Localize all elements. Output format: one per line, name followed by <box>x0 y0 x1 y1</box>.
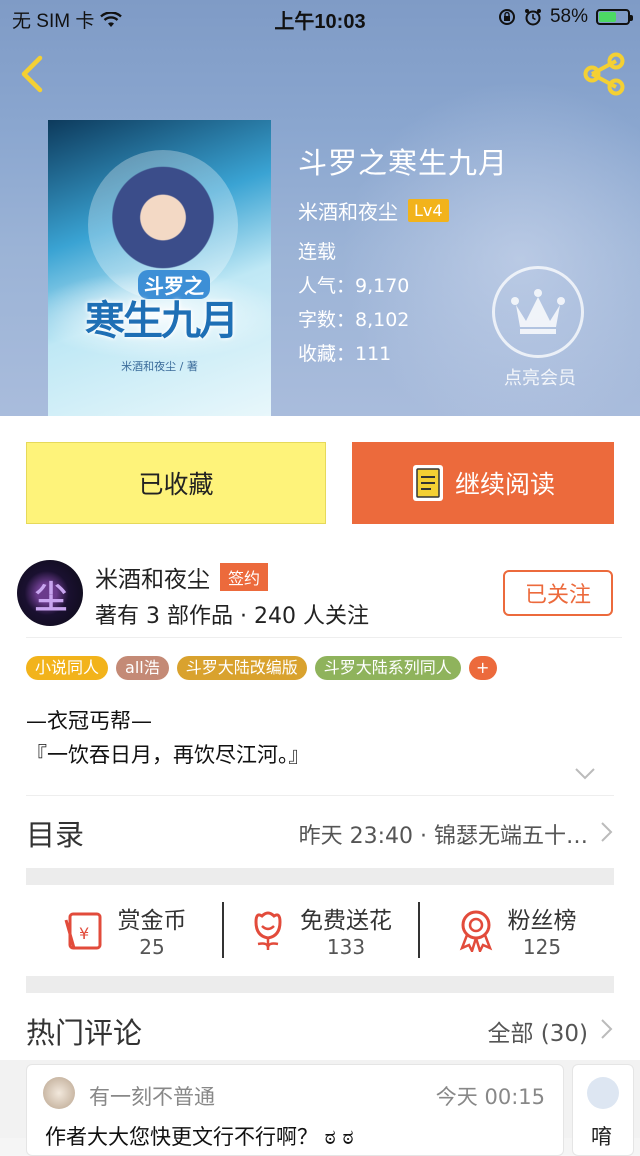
continue-reading-button[interactable]: 继续阅读 <box>352 442 614 524</box>
status-bar: 无 SIM 卡 上午10:03 58% <box>0 0 640 36</box>
comment-text: 唷 <box>591 1125 612 1149</box>
author-name[interactable]: 米酒和夜尘 <box>95 560 210 594</box>
rewards-bar: ¥ 赏金币 25 免费送花 133 粉丝榜 125 <box>26 884 614 976</box>
latest-chapter: 昨天 23:40 · 锦瑟无端五十… <box>298 824 588 849</box>
follow-label: 已关注 <box>524 583 591 608</box>
table-of-contents-row[interactable]: 目录 昨天 23:40 · 锦瑟无端五十… <box>26 796 614 868</box>
reward-coins-count: 25 <box>139 935 165 959</box>
collected-button[interactable]: 已收藏 <box>26 442 326 524</box>
avatar <box>43 1077 75 1109</box>
avatar-glyph: 尘 <box>35 578 68 616</box>
book-intro: —衣冠丐帮— 『一饮吞日月，再饮尽江河。』 <box>26 704 310 772</box>
main-content: 已收藏 继续阅读 尘 米酒和夜尘 签约 著有 3 部作品 · 240 人关注 已… <box>0 416 640 1156</box>
chevron-right-icon <box>601 1019 613 1039</box>
send-flowers-button[interactable]: 免费送花 133 <box>222 884 418 976</box>
medal-icon <box>459 910 492 952</box>
book-icon <box>412 465 443 501</box>
chevron-left-icon <box>21 55 43 93</box>
fan-ranking-count: 125 <box>522 935 562 959</box>
collected-label: 已收藏 <box>138 470 214 499</box>
serial-status: 连载 <box>298 241 337 263</box>
cover-author: 米酒和夜尘 / 著 <box>121 360 198 373</box>
cover-title: 寒生九月 <box>85 297 239 344</box>
comment-text: 作者大大您快更文行不行啊？ ಠ ಠ <box>45 1125 354 1149</box>
favorites-count: 收藏：111 <box>298 343 392 365</box>
intro-line-2: 『一饮吞日月，再饮尽江河。』 <box>26 743 310 767</box>
send-flowers-count: 133 <box>326 935 366 959</box>
author-avatar[interactable]: 尘 <box>17 560 83 626</box>
comment-user: 有一刻不普通 <box>89 1085 215 1109</box>
author-section: 尘 米酒和夜尘 签约 著有 3 部作品 · 240 人关注 已关注 <box>0 556 640 636</box>
all-comments-link[interactable]: 全部 (30) <box>487 1014 588 1048</box>
section-separator <box>26 868 614 885</box>
book-info: 斗罗之寒生九月 米酒和夜尘 Lv4 连载 人气：9,170 字数：8,102 收… <box>298 140 508 371</box>
popularity: 人气：9,170 <box>298 275 410 297</box>
toc-title: 目录 <box>26 818 85 852</box>
avatar <box>587 1077 619 1109</box>
fan-ranking-button[interactable]: 粉丝榜 125 <box>418 884 614 976</box>
share-icon <box>583 52 625 96</box>
word-count: 字数：8,102 <box>298 309 410 331</box>
svg-text:¥: ¥ <box>79 924 89 943</box>
comment-time: 今天 00:15 <box>435 1085 545 1109</box>
fan-ranking-label: 粉丝榜 <box>507 908 577 934</box>
signed-badge: 签约 <box>220 563 269 591</box>
comment-card[interactable]: 唷 <box>572 1064 634 1156</box>
comment-card[interactable]: 有一刻不普通 今天 00:15 作者大大您快更文行不行啊？ ಠ ಠ <box>26 1064 564 1156</box>
book-cover: 斗罗之 寒生九月 米酒和夜尘 / 著 <box>48 120 271 416</box>
send-flowers-label: 免费送花 <box>300 908 392 934</box>
hot-comments-header: 热门评论 全部 (30) <box>26 994 614 1062</box>
tag-all-hao[interactable]: all浩 <box>116 656 169 680</box>
section-separator <box>26 976 614 993</box>
book-author-link[interactable]: 米酒和夜尘 <box>298 196 398 225</box>
book-header: 无 SIM 卡 上午10:03 58% 斗罗之 寒生九月 米酒和夜尘 / 著 斗… <box>0 0 640 416</box>
alarm-icon <box>524 9 541 26</box>
battery-icon <box>596 9 633 25</box>
continue-reading-label: 继续阅读 <box>454 470 555 499</box>
back-button[interactable] <box>14 52 54 96</box>
intro-line-1: —衣冠丐帮— <box>26 709 152 733</box>
divider <box>26 637 622 638</box>
chevron-right-icon <box>601 822 613 842</box>
expand-intro-button[interactable] <box>574 766 596 785</box>
tag-adaptation[interactable]: 斗罗大陆改编版 <box>176 656 307 680</box>
reward-coins-label: 赏金币 <box>117 908 187 934</box>
battery-percent: 58% <box>549 6 588 27</box>
tag-novel-fanfic[interactable]: 小说同人 <box>26 656 109 680</box>
tag-series-fanfic[interactable]: 斗罗大陆系列同人 <box>314 656 461 680</box>
author-stats: 著有 3 部作品 · 240 人关注 <box>95 604 369 629</box>
flower-icon <box>254 911 282 950</box>
add-tag-button[interactable]: + <box>468 656 497 680</box>
crown-icon <box>511 289 565 334</box>
vip-button[interactable]: 点亮会员 <box>492 266 588 390</box>
tag-list: 小说同人 all浩 斗罗大陆改编版 斗罗大陆系列同人 + <box>26 656 497 680</box>
chevron-down-icon <box>575 768 595 780</box>
vip-label: 点亮会员 <box>504 368 576 389</box>
level-badge: Lv4 <box>408 199 449 222</box>
reward-coins-button[interactable]: ¥ 赏金币 25 <box>26 884 222 976</box>
rotation-lock-icon <box>498 9 515 25</box>
red-envelope-icon: ¥ <box>64 912 101 950</box>
hot-comments-title: 热门评论 <box>26 1016 143 1050</box>
share-button[interactable] <box>580 50 628 98</box>
book-title: 斗罗之寒生九月 <box>298 146 509 180</box>
comments-carousel: 有一刻不普通 今天 00:15 作者大大您快更文行不行啊？ ಠ ಠ 唷 <box>0 1060 640 1156</box>
follow-button[interactable]: 已关注 <box>503 570 613 616</box>
